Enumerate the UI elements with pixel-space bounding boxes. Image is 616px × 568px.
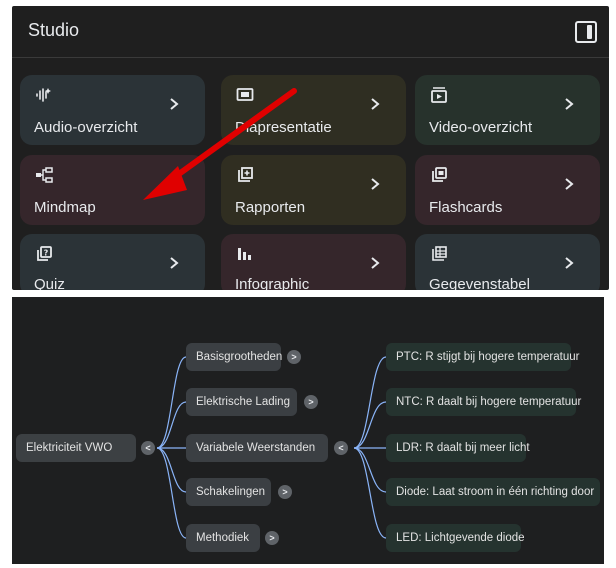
mindmap-branch-node[interactable]: Basisgrootheden [186,343,283,371]
node-label: PTC: R stijgt bij hogere temperatuur [396,351,580,363]
mindmap-root-node[interactable]: Elektriciteit VWO [16,434,136,462]
infographic-icon [236,245,258,263]
mindmap-branch-node[interactable]: Variabele Weerstanden [186,434,328,462]
expand-toggle[interactable]: > [278,485,292,499]
slides-icon [236,86,258,104]
tile-label: Mindmap [34,199,96,216]
node-label: Variabele Weerstanden [196,442,316,454]
tile-label: Flashcards [429,199,503,216]
node-label: NTC: R daalt bij hogere temperatuur [396,396,582,408]
tile-label: Quiz [34,276,65,290]
expand-toggle[interactable]: > [265,531,279,545]
tile-quiz[interactable]: ? Quiz [20,234,205,290]
tile-label: Video-overzicht [429,119,533,136]
mindmap-leaf-node[interactable]: LED: Lichtgevende diode [386,524,525,552]
tile-gegevenstabel[interactable]: Gegevenstabel [415,234,600,290]
tile-audio-overzicht[interactable]: Audio-overzicht [20,75,205,145]
audio-waveform-icon [35,86,57,104]
studio-panel: Studio Audio-overzicht Diapresentatie Vi… [12,6,609,290]
svg-text:?: ? [44,249,49,258]
chevron-right-icon [562,177,576,191]
chevron-right-icon [368,256,382,270]
tile-flashcards[interactable]: Flashcards [415,155,600,225]
node-label: Diode: Laat stroom in één richting door [396,486,595,498]
chevron-right-icon [368,177,382,191]
collapse-toggle[interactable]: < [334,441,348,455]
tile-label: Audio-overzicht [34,119,138,136]
panel-toggle-icon[interactable] [575,21,597,43]
node-label: Methodiek [196,532,250,544]
chevron-right-icon [167,256,181,270]
tile-label: Rapporten [235,199,306,216]
mindmap-leaf-node[interactable]: LDR: R daalt bij meer licht [386,434,530,462]
expand-toggle[interactable]: > [287,350,301,364]
video-icon [430,86,452,104]
mindmap-leaf-node[interactable]: NTC: R daalt bij hogere temperatuur [386,388,581,416]
node-label: Elektrische Lading [196,396,290,408]
flashcards-icon [430,166,452,184]
mindmap-icon [35,166,57,184]
report-icon [236,166,258,184]
tile-label: Infographic [235,276,310,290]
studio-title: Studio [28,20,80,40]
collapse-toggle[interactable]: < [141,441,155,455]
mindmap-branch-node[interactable]: Elektrische Lading [186,388,297,416]
chevron-right-icon [368,97,382,111]
tile-label: Gegevenstabel [429,276,530,290]
mindmap-leaf-node[interactable]: PTC: R stijgt bij hogere temperatuur [386,343,579,371]
chevron-right-icon [562,97,576,111]
tile-label: Diapresentatie [235,119,332,136]
node-label: LDR: R daalt bij meer licht [396,442,530,454]
chevron-right-icon [167,97,181,111]
mindmap-branch-node[interactable]: Methodiek [186,524,260,552]
mindmap-leaf-node[interactable]: Diode: Laat stroom in één richting door [386,478,600,506]
tile-diapresentatie[interactable]: Diapresentatie [221,75,406,145]
tile-infographic[interactable]: Infographic [221,234,406,290]
mindmap-branch-node[interactable]: Schakelingen [186,478,271,506]
tile-video-overzicht[interactable]: Video-overzicht [415,75,600,145]
expand-toggle[interactable]: > [304,395,318,409]
node-label: Elektriciteit VWO [26,442,113,454]
tile-rapporten[interactable]: Rapporten [221,155,406,225]
studio-header: Studio [12,6,609,58]
data-table-icon [430,245,452,263]
chevron-right-icon [562,256,576,270]
node-label: LED: Lichtgevende diode [396,532,525,544]
node-label: Basisgrootheden [196,351,283,363]
node-label: Schakelingen [196,486,266,498]
tile-mindmap[interactable]: Mindmap [20,155,205,225]
quiz-icon: ? [35,245,57,263]
mindmap-panel: Elektriciteit VWO < Basisgrootheden > El… [12,297,604,564]
